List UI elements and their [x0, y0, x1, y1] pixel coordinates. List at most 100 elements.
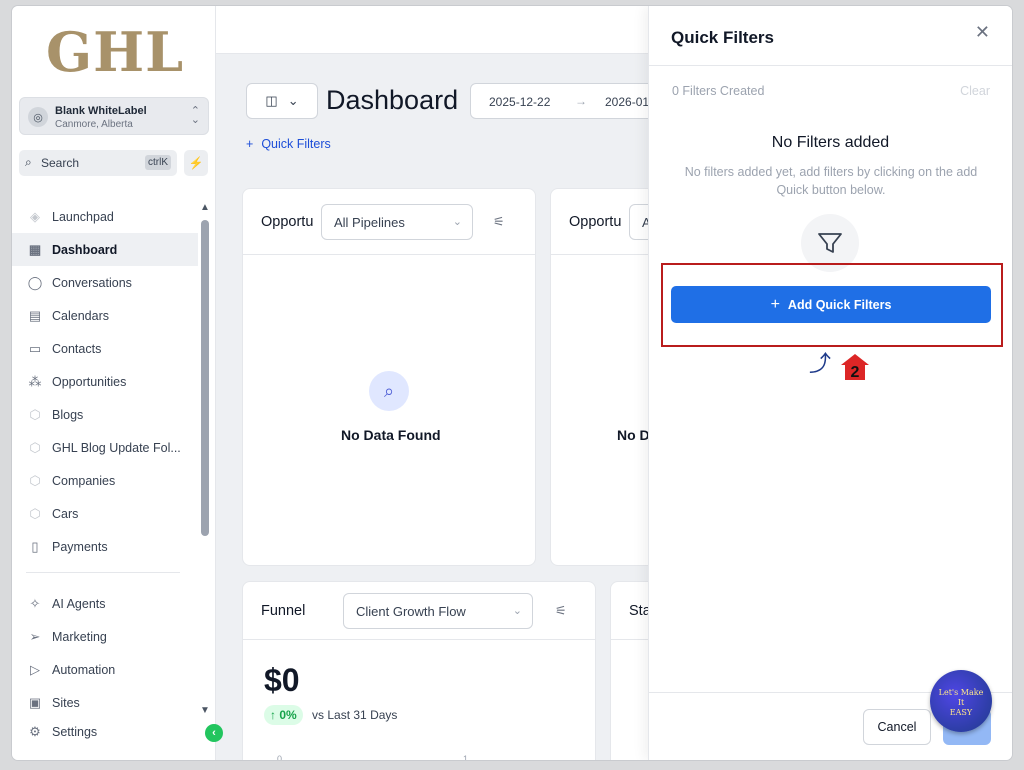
search-box[interactable]: ⌕ Search ctrlK — [19, 150, 177, 176]
sidebar-item-marketing[interactable]: ➢ Marketing — [12, 620, 198, 653]
growth-comparison: vs Last 31 Days — [312, 708, 398, 722]
card-header: Funnel Client Growth Flow ⌄ ⚟ — [243, 582, 595, 640]
gear-icon: ⚙ — [29, 724, 41, 739]
sidebar-item-label: Marketing — [52, 629, 107, 644]
sidebar-item-settings[interactable]: ⚙ Settings — [12, 719, 198, 745]
panel-title: Quick Filters — [671, 28, 774, 47]
chevron-down-icon: ⌄ — [287, 93, 299, 108]
sites-icon: ▣ — [28, 694, 42, 710]
account-switcher[interactable]: ◎ Blank WhiteLabel Canmore, Alberta ⌃ ⌄ — [19, 97, 209, 135]
arrow-right-icon: → — [575, 94, 587, 108]
sidebar-item-contacts[interactable]: ▭ Contacts — [12, 332, 198, 365]
sidebar-item-sites[interactable]: ▣ Sites — [12, 686, 198, 719]
sidebar-item-payments[interactable]: ▯ Payments — [12, 530, 198, 563]
filters-count: 0 Filters Created — [672, 84, 765, 98]
sidebar-nav: ◈ Launchpad ▦ Dashboard ◯ Conversations ▤ Ca… — [12, 200, 198, 563]
quick-filters-link-label: Quick Filters — [261, 137, 331, 151]
sidebar-scrollbar[interactable]: ▲ ▼ — [200, 202, 210, 716]
add-quick-filters-label: Add Quick Filters — [787, 298, 892, 312]
pipeline-dropdown-value: All Pipelines — [334, 215, 405, 230]
chevron-updown-icon: ⌃ ⌄ — [190, 105, 200, 126]
sidebar: GHL ◎ Blank WhiteLabel Canmore, Alberta … — [12, 6, 216, 760]
sidebar-item-label: AI Agents — [52, 596, 106, 611]
search-label: Search — [41, 156, 80, 170]
sliders-icon[interactable]: ⚟ — [555, 603, 567, 619]
sidebar-item-launchpad[interactable]: ◈ Launchpad — [12, 200, 198, 233]
date-range-picker[interactable]: 2025-12-22 → 2026-01 — [470, 83, 670, 119]
close-icon[interactable]: ✕ — [975, 22, 990, 43]
layout-switcher-button[interactable]: ◫ ⌄ — [246, 83, 318, 119]
curved-arrow-icon: ⤴ — [809, 351, 832, 376]
sidebar-item-dashboard[interactable]: ▦ Dashboard — [12, 233, 198, 266]
card-header: Opportu All Pipelines ⌄ ⚟ — [243, 189, 535, 255]
nodes-icon: ⁂ — [28, 373, 42, 389]
card-title: Opportu — [261, 214, 314, 230]
plus-icon: + — [246, 137, 254, 151]
sidebar-item-label: Blogs — [52, 407, 84, 422]
card-title: Opportu — [569, 214, 622, 230]
sidebar-item-label: Settings — [52, 725, 98, 739]
sidebar-item-blogs[interactable]: ⬡ Blogs — [12, 398, 198, 431]
cube-icon: ⬡ — [29, 472, 41, 488]
axis-tick: 1 — [463, 754, 469, 760]
step-number-badge: 2 — [841, 354, 869, 381]
sidebar-item-label: Sites — [52, 695, 80, 710]
search-shortcut: ctrlK — [145, 155, 171, 170]
sidebar-item-conversations[interactable]: ◯ Conversations — [12, 266, 198, 299]
payments-icon: ▯ — [31, 538, 39, 554]
brand-watermark: Let's Make It EASY — [930, 670, 992, 732]
search-empty-icon: ⌕ — [369, 371, 409, 411]
sidebar-item-label: Cars — [52, 506, 79, 521]
scroll-thumb[interactable] — [201, 220, 209, 536]
play-icon: ▷ — [30, 661, 40, 677]
sidebar-item-calendars[interactable]: ▤ Calendars — [12, 299, 198, 332]
date-start: 2025-12-22 — [489, 95, 551, 109]
scroll-up-icon[interactable]: ▲ — [200, 202, 210, 213]
funnel-growth: ↑ 0% vs Last 31 Days — [264, 705, 398, 725]
clear-button[interactable]: Clear — [960, 84, 990, 98]
chevron-down-icon: ⌄ — [512, 605, 522, 617]
sidebar-item-ai-agents[interactable]: ✧ AI Agents — [12, 587, 198, 620]
sidebar-item-label: Opportunities — [52, 374, 127, 389]
opportunities-card: Opportu All Pipelines ⌄ ⚟ ⌕ No Data Foun… — [242, 188, 536, 566]
sidebar-item-cars[interactable]: ⬡ Cars — [12, 497, 198, 530]
empty-state-text: No Data Found — [341, 427, 441, 443]
collapse-sidebar-button[interactable]: ‹ — [205, 724, 223, 742]
pipeline-dropdown[interactable]: All Pipelines ⌄ — [321, 204, 473, 240]
funnel-amount: $0 — [264, 662, 300, 698]
empty-description: No filters added yet, add filters by cli… — [684, 165, 978, 197]
sidebar-item-label: Dashboard — [52, 242, 118, 257]
empty-title: No Filters added — [771, 134, 890, 151]
cube-icon: ⬡ — [29, 406, 41, 422]
cube-icon: ⬡ — [29, 505, 41, 521]
sidebar-item-label: Companies — [52, 473, 116, 488]
sidebar-item-label: Contacts — [52, 341, 102, 356]
sidebar-item-ghl-blog[interactable]: ⬡ GHL Blog Update Fol... — [12, 431, 198, 464]
cancel-button[interactable]: Cancel — [863, 709, 931, 745]
page-title: Dashboard — [326, 85, 459, 115]
chat-icon: ◯ — [27, 274, 43, 290]
sidebar-item-opportunities[interactable]: ⁂ Opportunities — [12, 365, 198, 398]
bolt-icon[interactable]: ⚡ — [184, 150, 208, 176]
growth-badge: ↑ 0% — [264, 705, 303, 725]
layout-icon: ◫ — [265, 93, 278, 108]
scroll-down-icon[interactable]: ▼ — [200, 705, 210, 716]
date-end: 2026-01 — [605, 95, 650, 109]
funnel-dropdown[interactable]: Client Growth Flow ⌄ — [343, 593, 533, 629]
sidebar-item-automation[interactable]: ▷ Automation — [12, 653, 198, 686]
calendar-icon: ▤ — [28, 307, 42, 323]
cube-icon: ⬡ — [29, 439, 41, 455]
empty-state-text: No D — [617, 427, 650, 443]
add-quick-filters-button[interactable]: + Add Quick Filters — [671, 286, 991, 323]
sparkle-icon: ✧ — [29, 595, 41, 611]
sliders-icon[interactable]: ⚟ — [493, 214, 505, 230]
sidebar-item-label: Launchpad — [52, 209, 114, 224]
sidebar-item-companies[interactable]: ⬡ Companies — [12, 464, 198, 497]
quick-filters-link[interactable]: + Quick Filters — [246, 137, 331, 151]
account-name: Blank WhiteLabel — [55, 105, 147, 117]
sidebar-item-label: Calendars — [52, 308, 109, 323]
rocket-icon: ◈ — [30, 208, 40, 224]
quick-filters-panel: Quick Filters ✕ 0 Filters Created Clear … — [648, 6, 1012, 760]
step-number: 2 — [851, 364, 860, 380]
sidebar-item-label: GHL Blog Update Fol... — [52, 440, 181, 455]
